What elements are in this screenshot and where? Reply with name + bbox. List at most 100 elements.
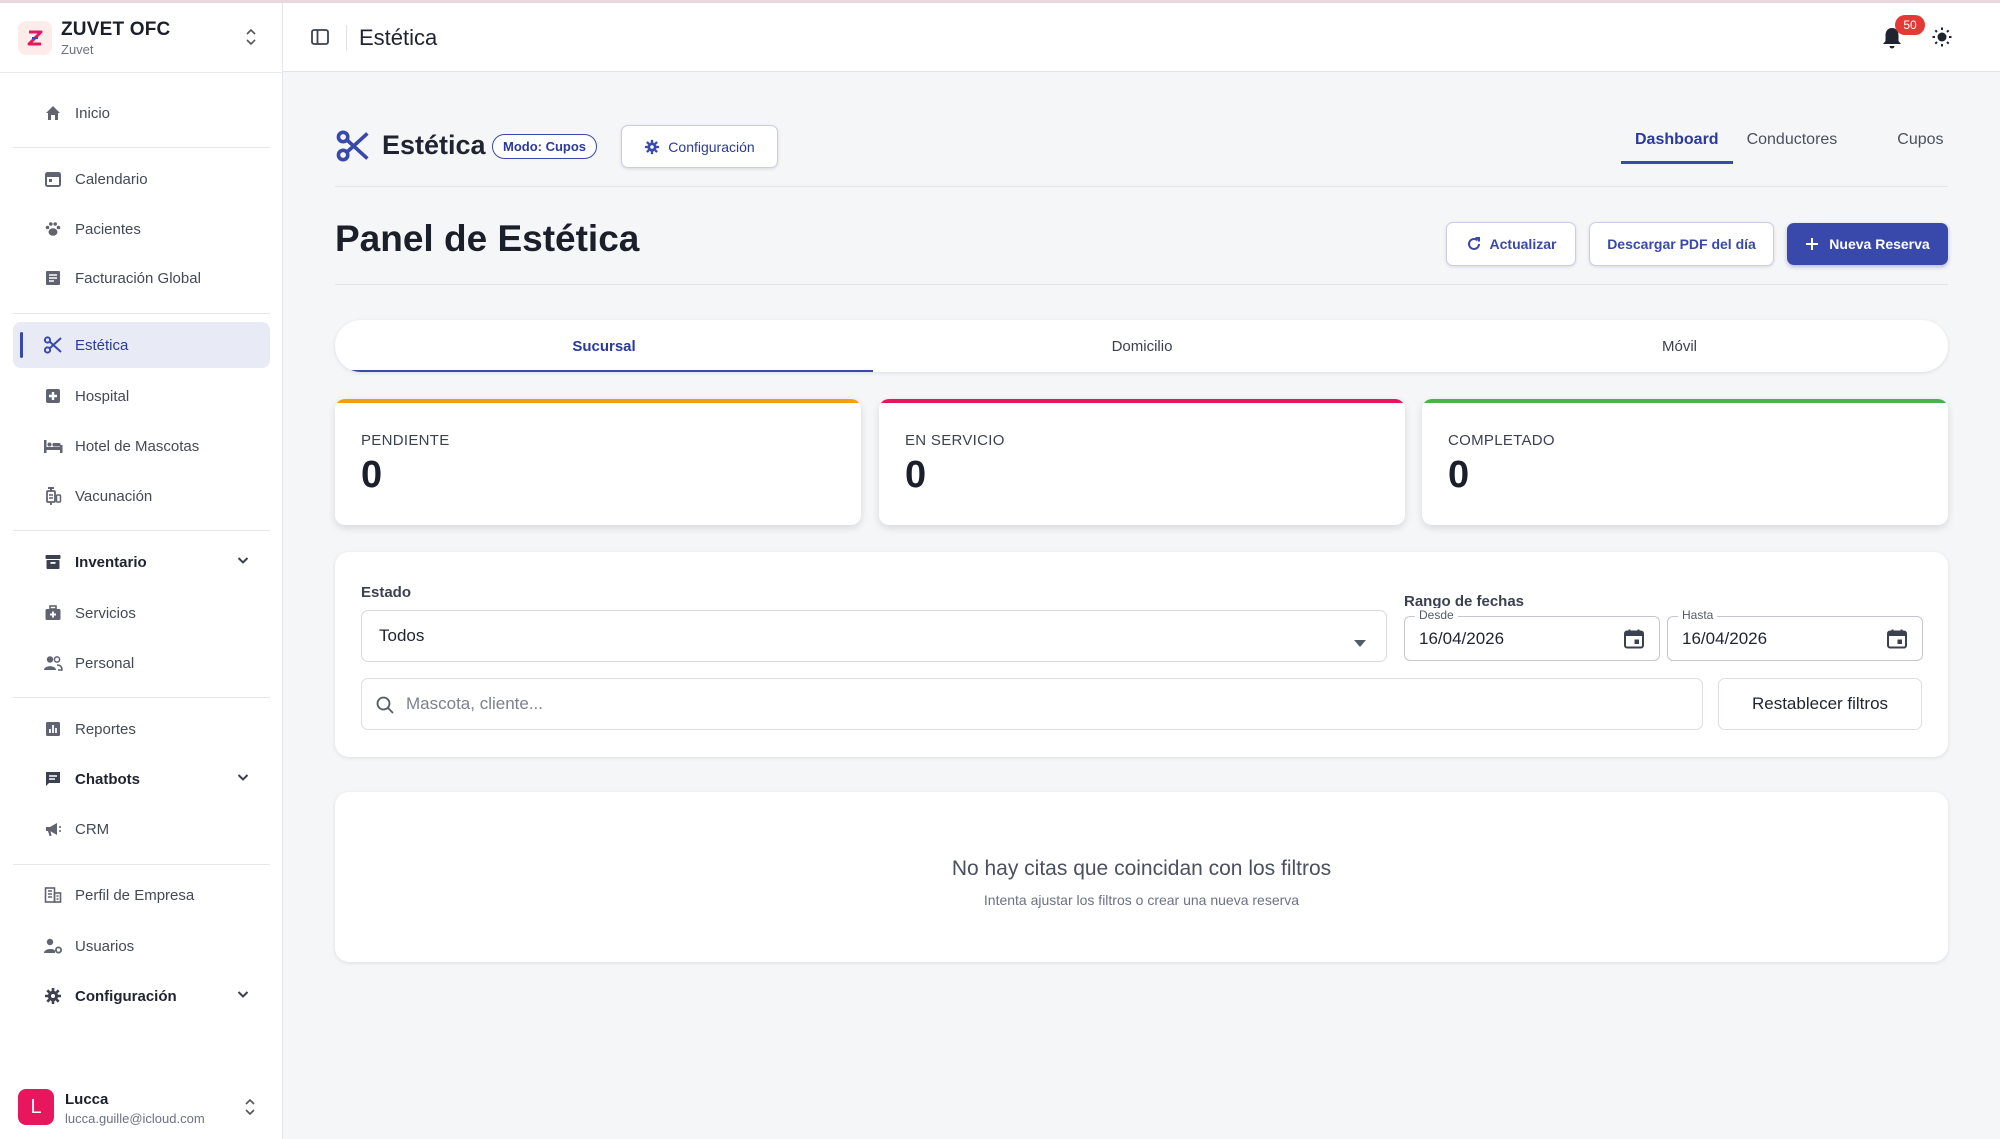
stat-card-accent-bar xyxy=(1422,399,1948,403)
stat-card-accent-bar xyxy=(879,399,1405,403)
calendar-icon xyxy=(43,169,63,189)
bed-icon xyxy=(43,436,63,456)
empty-state-title: No hay citas que coincidan con los filtr… xyxy=(951,857,1332,880)
sidebar-item-pacientes[interactable]: Pacientes xyxy=(13,206,270,252)
tab-movil[interactable]: Móvil xyxy=(1411,320,1948,372)
calendar-icon[interactable] xyxy=(1623,628,1645,655)
tab-domicilio[interactable]: Domicilio xyxy=(873,320,1411,372)
sidebar-item-label: Usuarios xyxy=(75,937,135,955)
search-input[interactable]: Mascota, cliente... xyxy=(361,678,1703,730)
date-to-value: 16/04/2026 xyxy=(1682,628,1768,648)
stat-card-completed: COMPLETADO 0 xyxy=(1422,399,1948,525)
reset-filters-button[interactable]: Restablecer filtros xyxy=(1718,678,1922,730)
sidebar-item-personal[interactable]: Personal xyxy=(13,640,270,686)
workspace-switcher[interactable]: ZUVET OFC Zuvet xyxy=(0,3,283,73)
sun-icon[interactable] xyxy=(1931,26,1953,53)
sidebar-item-label: Hotel de Mascotas xyxy=(75,437,200,455)
avatar: L xyxy=(18,1089,54,1125)
date-from-value: 16/04/2026 xyxy=(1419,628,1505,648)
sidebar-item-inicio[interactable]: Inicio xyxy=(13,90,270,136)
receipt-icon xyxy=(43,268,63,288)
hospital-icon xyxy=(43,386,63,406)
date-to-legend: Hasta xyxy=(1678,608,1718,622)
sidebar-item-calendario[interactable]: Calendario xyxy=(13,156,270,202)
sidebar-item-servicios[interactable]: Servicios xyxy=(13,590,270,636)
section-divider xyxy=(335,186,1948,187)
sidebar-item-hotel-de-mascotas[interactable]: Hotel de Mascotas xyxy=(13,423,270,469)
calendar-icon[interactable] xyxy=(1886,628,1908,655)
sidebar-divider xyxy=(13,864,270,865)
sidebar-item-label: Vacunación xyxy=(75,487,153,505)
sidebar-divider xyxy=(13,530,270,531)
stat-card-in-service: EN SERVICIO 0 xyxy=(879,399,1405,525)
tab-dashboard[interactable]: Dashboard xyxy=(1621,120,1733,164)
sidebar-item-configuracion[interactable]: Configuración xyxy=(13,973,270,1019)
syringe-icon xyxy=(43,486,63,506)
refresh-button-label: Actualizar xyxy=(1489,236,1557,252)
caret-down-icon xyxy=(1354,633,1366,653)
download-pdf-button[interactable]: Descargar PDF del día xyxy=(1589,222,1774,266)
chevron-updown-icon xyxy=(243,1097,257,1122)
sidebar-item-label: Servicios xyxy=(75,604,136,622)
building-icon xyxy=(43,885,63,905)
sidebar-item-hospital[interactable]: Hospital xyxy=(13,373,270,419)
sidebar-item-label: Configuración xyxy=(75,987,177,1005)
home-icon xyxy=(43,103,63,123)
sidebar-divider xyxy=(13,313,270,314)
sidebar-toggle-icon[interactable] xyxy=(310,27,330,52)
date-from-field[interactable]: Desde 16/04/2026 xyxy=(1404,608,1660,661)
gear-icon xyxy=(43,986,63,1006)
stat-value: 0 xyxy=(361,454,383,496)
sidebar-item-estetica[interactable]: Estética xyxy=(13,322,270,368)
gear-icon xyxy=(644,139,660,155)
configuration-button-label: Configuración xyxy=(668,138,755,155)
sidebar-item-reportes[interactable]: Reportes xyxy=(13,706,270,752)
user-gear-icon xyxy=(43,936,63,956)
chevron-down-icon xyxy=(236,553,250,571)
search-icon xyxy=(375,695,395,720)
medkit-icon xyxy=(43,603,63,623)
header-separator xyxy=(346,25,347,51)
tab-sucursal[interactable]: Sucursal xyxy=(335,320,873,372)
date-to-field[interactable]: Hasta 16/04/2026 xyxy=(1667,608,1923,661)
refresh-button[interactable]: Actualizar xyxy=(1446,222,1576,266)
sidebar-item-label: Chatbots xyxy=(75,770,140,788)
empty-state-subtitle: Intenta ajustar los filtros o crear una … xyxy=(983,892,1300,908)
new-reservation-button[interactable]: Nueva Reserva xyxy=(1787,223,1948,265)
sidebar-item-label: Inicio xyxy=(75,104,111,122)
paw-icon xyxy=(43,219,63,239)
user-menu[interactable]: L Lucca lucca.guille@icloud.com xyxy=(0,1073,283,1139)
new-reservation-button-label: Nueva Reserva xyxy=(1829,236,1930,252)
configuration-button[interactable]: Configuración xyxy=(621,125,778,168)
sidebar-item-usuarios[interactable]: Usuarios xyxy=(13,923,270,969)
sidebar-item-perfil-de-empresa[interactable]: Perfil de Empresa xyxy=(13,872,270,918)
sidebar-item-label: Hospital xyxy=(75,387,130,405)
sidebar-item-vacunacion[interactable]: Vacunación xyxy=(13,473,270,519)
report-icon xyxy=(43,719,63,739)
search-placeholder: Mascota, cliente... xyxy=(406,694,544,713)
sidebar-item-label: Calendario xyxy=(75,170,148,188)
sidebar-item-facturacion-global[interactable]: Facturación Global xyxy=(13,255,270,301)
mode-chip: Modo: Cupos xyxy=(492,134,598,159)
user-email: lucca.guille@icloud.com xyxy=(65,1111,205,1126)
workspace-subtitle: Zuvet xyxy=(61,42,94,57)
sidebar-item-chatbots[interactable]: Chatbots xyxy=(13,756,270,802)
people-icon xyxy=(43,653,63,673)
sidebar-item-inventario[interactable]: Inventario xyxy=(13,539,270,585)
stat-card-accent-bar xyxy=(335,399,861,403)
sidebar: ZUVET OFC Zuvet Inicio Calendario Pacien… xyxy=(0,3,283,1139)
scissors-icon xyxy=(43,335,63,355)
megaphone-icon xyxy=(43,819,63,839)
sidebar-item-label: CRM xyxy=(75,820,110,838)
sidebar-item-crm[interactable]: CRM xyxy=(13,806,270,852)
tab-conductores[interactable]: Conductores xyxy=(1733,120,1852,160)
sidebar-item-label: Inventario xyxy=(75,553,147,571)
filters-card: Estado Todos Rango de fechas Desde 16/04… xyxy=(335,552,1948,757)
stat-card-pending: PENDIENTE 0 xyxy=(335,399,861,525)
tab-cupos[interactable]: Cupos xyxy=(1883,120,1957,160)
sidebar-item-label: Reportes xyxy=(75,720,136,738)
chat-icon xyxy=(43,769,63,789)
stat-label: COMPLETADO xyxy=(1448,432,1555,449)
status-select[interactable]: Todos xyxy=(361,610,1387,662)
module-title: Estética xyxy=(382,130,486,160)
